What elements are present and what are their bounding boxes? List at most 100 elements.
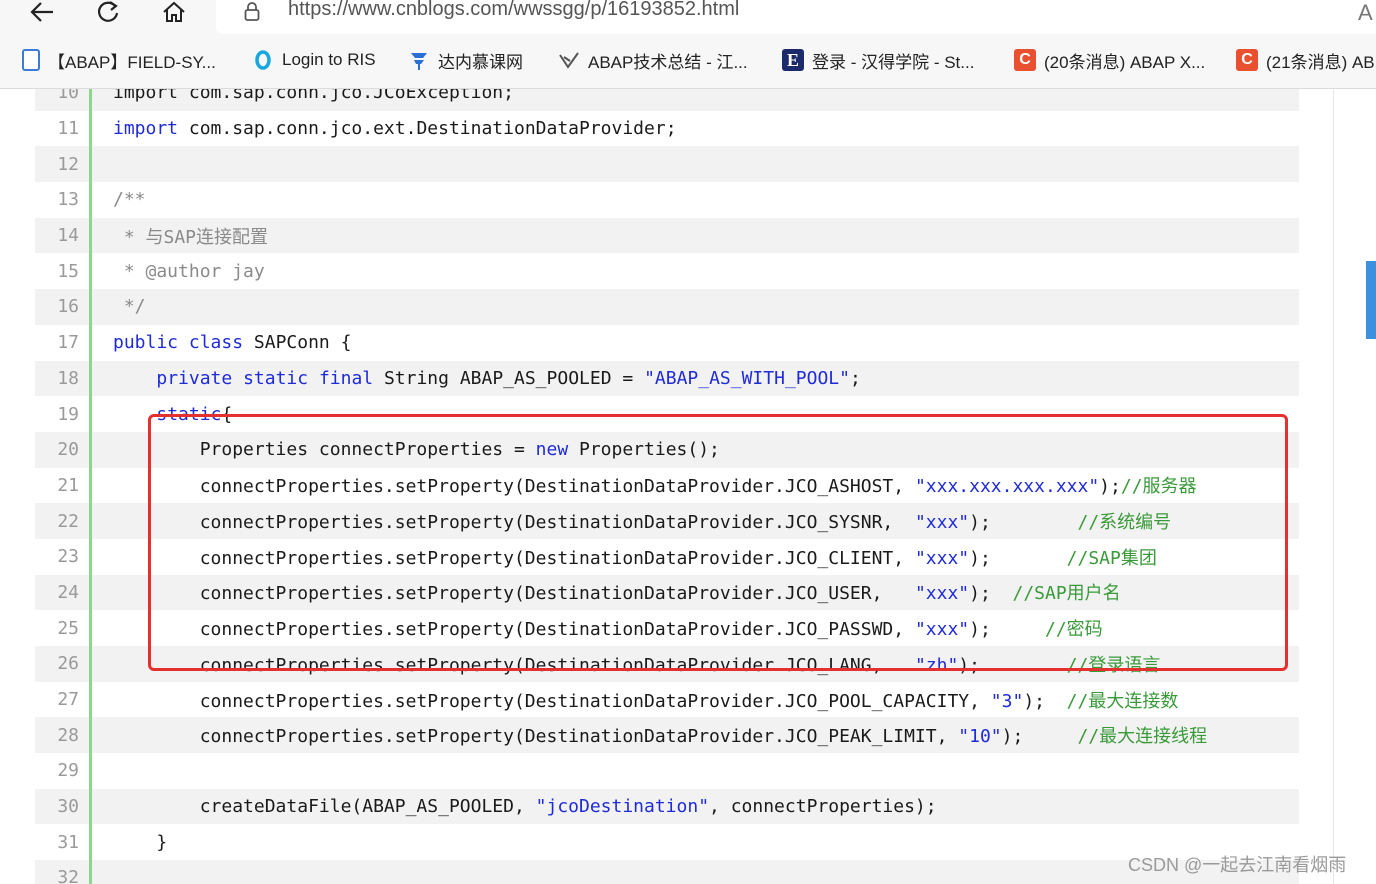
line-number: 24 — [57, 581, 79, 603]
code-line: 30 createDataFile(ABAP_AS_POOLED, "jcoDe… — [35, 788, 1299, 825]
line-number: 25 — [57, 617, 79, 639]
line-number: 30 — [57, 796, 79, 818]
code-token: import — [113, 118, 179, 140]
code-token: } — [113, 831, 168, 853]
code-line: 32 — [35, 860, 1299, 884]
ring-icon — [252, 49, 274, 71]
code-line: 27 connectProperties.setProperty(Destina… — [35, 682, 1299, 718]
lock-icon — [244, 2, 260, 21]
bookmark-label: (21条消息) AB — [1266, 52, 1375, 72]
code-token: //最大连接线程 — [1077, 726, 1208, 748]
code-token: createDataFile(ABAP_AS_POOLED, — [113, 796, 536, 818]
bookmark-item[interactable]: Login to RIS — [252, 48, 376, 72]
browser-toolbar: https://www.cnblogs.com/wwssgg/p/1619385… — [0, 0, 1376, 34]
line-number: 20 — [57, 439, 79, 461]
line-number: 29 — [57, 760, 79, 782]
line-number: 23 — [57, 546, 79, 568]
code-line: 29 — [35, 753, 1299, 789]
bird-icon — [558, 49, 580, 71]
line-number: 14 — [57, 225, 79, 247]
line-number: 26 — [57, 653, 79, 675]
code-line: 12 — [35, 146, 1299, 183]
code-text: connectProperties.setProperty(Destinatio… — [93, 722, 1208, 748]
code-line: 18 private static final String ABAP_AS_P… — [35, 360, 1299, 397]
code-token: "ABAP_AS_WITH_POOL" — [644, 367, 850, 389]
bookmark-label: 【ABAP】FIELD-SY... — [48, 52, 216, 72]
code-text: createDataFile(ABAP_AS_POOLED, "jcoDesti… — [93, 796, 937, 817]
code-text: */ — [93, 296, 146, 317]
line-number: 17 — [57, 332, 79, 354]
code-line: 13 /** — [35, 182, 1299, 218]
code-text: /** — [93, 189, 146, 210]
code-line: 14 * 与SAP连接配置 — [35, 217, 1299, 254]
bookmark-label: 登录 - 汉得学院 - St... — [812, 52, 975, 72]
code-line: 31 } — [35, 824, 1299, 860]
code-token: //最大连接数 — [1066, 690, 1179, 712]
bookmark-item[interactable]: ABAP技术总结 - 江... — [558, 48, 748, 72]
csdn-icon: C — [1236, 49, 1258, 71]
bookmark-item[interactable]: C (20条消息) ABAP X... — [1014, 48, 1205, 72]
code-text: connectProperties.setProperty(Destinatio… — [93, 687, 1179, 713]
bookmarks-bar: 【ABAP】FIELD-SY... Login to RIS 达内慕课网 ABA… — [0, 34, 1376, 89]
content-divider — [1333, 89, 1334, 884]
code-token: connectProperties.setProperty(Destinatio… — [113, 726, 959, 748]
bookmark-label: (20条消息) ABAP X... — [1044, 52, 1206, 72]
code-line: 15 * @author jay — [35, 253, 1299, 289]
code-token: ); — [1001, 726, 1078, 748]
code-token: "3" — [990, 690, 1024, 712]
code-token: * @author jay — [113, 260, 265, 282]
code-text: import com.sap.conn.jco.ext.DestinationD… — [93, 118, 677, 139]
code-line: 16 */ — [35, 289, 1299, 325]
watermark: CSDN @一起去江南看烟雨 — [1128, 855, 1347, 875]
read-aloud-icon[interactable]: A — [1358, 0, 1373, 26]
code-token: String ABAP_AS_POOLED = — [373, 367, 645, 389]
line-number: 13 — [57, 189, 79, 211]
page-content: 10 import com.sap.conn.jco.JCoException; 1… — [0, 89, 1376, 884]
line-number: 31 — [57, 831, 79, 853]
code-token: class — [188, 332, 244, 354]
code-line: 11 import com.sap.conn.jco.ext.Destinatio… — [35, 111, 1299, 147]
line-number: 32 — [57, 867, 79, 884]
url-text[interactable]: https://www.cnblogs.com/wwssgg/p/1619385… — [288, 0, 739, 21]
bookmark-item[interactable]: 【ABAP】FIELD-SY... — [22, 48, 216, 72]
code-text: public class SAPConn { — [93, 332, 351, 353]
flag-icon — [408, 49, 430, 71]
scrollbar-thumb[interactable] — [1366, 261, 1376, 339]
home-icon[interactable] — [154, 0, 194, 26]
bookmark-item[interactable]: 达内慕课网 — [408, 48, 523, 72]
code-line: 10 import com.sap.conn.jco.JCoException; — [35, 89, 1299, 111]
bookmark-item[interactable]: C (21条消息) AB — [1236, 48, 1375, 72]
code-token: ); — [1023, 690, 1067, 712]
line-number: 15 — [57, 260, 79, 282]
line-number: 22 — [57, 510, 79, 532]
code-token: */ — [113, 296, 146, 318]
line-number: 27 — [57, 689, 79, 711]
line-number: 12 — [57, 153, 79, 175]
address-bar[interactable]: https://www.cnblogs.com/wwssgg/p/1619385… — [216, 0, 1376, 34]
code-token: , connectProperties); — [709, 796, 937, 818]
code-token: static — [243, 367, 309, 389]
reload-icon[interactable] — [88, 0, 128, 26]
code-text: * @author jay — [93, 261, 265, 282]
code-token: final — [318, 367, 374, 389]
code-token: ; — [849, 367, 861, 389]
code-token: "jcoDestination" — [535, 796, 710, 818]
code-line: 17 public class SAPConn { — [35, 325, 1299, 361]
back-arrow-icon[interactable] — [22, 0, 62, 26]
bookmark-label: 达内慕课网 — [438, 52, 523, 72]
code-text: } — [93, 832, 167, 853]
csdn-icon: C — [1014, 49, 1036, 71]
code-token: connectProperties.setProperty(Destinatio… — [113, 690, 991, 712]
gutter-line — [89, 89, 92, 884]
book-icon — [22, 49, 40, 71]
line-number: 21 — [57, 474, 79, 496]
line-number: 28 — [57, 724, 79, 746]
bookmark-label: ABAP技术总结 - 江... — [588, 52, 748, 72]
bookmark-item[interactable]: E 登录 - 汉得学院 - St... — [782, 48, 974, 72]
line-number: 19 — [57, 403, 79, 425]
bookmark-label: Login to RIS — [282, 50, 376, 69]
